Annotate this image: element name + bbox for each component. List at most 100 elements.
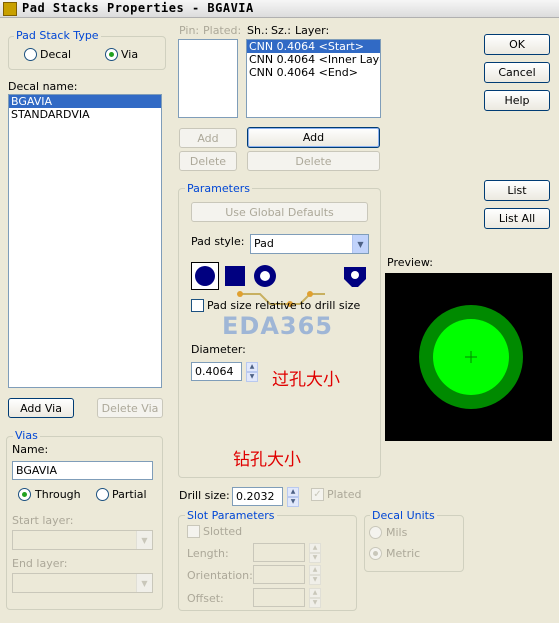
pad-style-select[interactable]: Pad ▼ xyxy=(250,234,369,254)
drill-size-input[interactable]: 0.2032 xyxy=(232,487,283,506)
delete-via-button[interactable]: Delete Via xyxy=(97,398,163,418)
spin-up-icon[interactable]: ▲ xyxy=(309,565,321,575)
decal-units-group xyxy=(364,515,464,572)
round-pad-icon xyxy=(195,266,215,286)
orientation-spinner[interactable]: ▲ ▼ xyxy=(309,565,321,585)
spin-down-icon[interactable]: ▼ xyxy=(246,372,258,382)
layer-delete-button[interactable]: Delete xyxy=(247,151,380,171)
plated-header: Plated: xyxy=(203,24,242,37)
spin-up-icon[interactable]: ▲ xyxy=(309,543,321,553)
odd-shape-pad-button[interactable] xyxy=(341,262,369,290)
pin-add-button[interactable]: Add xyxy=(179,128,237,148)
watermark: EDA365 xyxy=(222,312,333,340)
list-button[interactable]: List xyxy=(484,180,550,201)
odd-shape-pad-icon xyxy=(344,267,366,287)
annular-pad-button[interactable] xyxy=(251,262,279,290)
via-name-input[interactable]: BGAVIA xyxy=(12,461,153,480)
pad-style-value: Pad xyxy=(254,237,274,250)
decal-name-label: Decal name: xyxy=(8,80,78,93)
metric-radio[interactable] xyxy=(369,547,382,560)
cancel-button[interactable]: Cancel xyxy=(484,62,550,83)
decal-radio[interactable] xyxy=(24,48,37,61)
via-radio-label: Via xyxy=(121,48,139,61)
drill-size-label: Drill size: xyxy=(179,489,230,502)
layer-list-item[interactable]: CNN 0.4064 <Start> xyxy=(247,40,380,53)
pin-header: Pin: xyxy=(179,24,200,37)
layer-add-button[interactable]: Add xyxy=(247,127,380,148)
chevron-down-icon: ▼ xyxy=(136,574,152,592)
title-bar[interactable]: Pad Stacks Properties - BGAVIA xyxy=(0,0,559,18)
mils-radio[interactable] xyxy=(369,526,382,539)
layer-list-item[interactable]: CNN 0.4064 <Inner Layers> xyxy=(247,53,380,66)
end-layer-select[interactable]: ▼ xyxy=(12,573,153,593)
layer-listbox[interactable]: CNN 0.4064 <Start> CNN 0.4064 <Inner Lay… xyxy=(246,39,381,118)
length-spinner[interactable]: ▲ ▼ xyxy=(309,543,321,563)
decal-radio-label: Decal xyxy=(40,48,72,61)
through-radio[interactable] xyxy=(18,488,31,501)
app-icon xyxy=(3,2,17,16)
decal-list-item[interactable]: BGAVIA xyxy=(9,95,161,108)
length-label: Length: xyxy=(187,547,229,560)
end-layer-label: End layer: xyxy=(12,557,68,570)
ok-button[interactable]: OK xyxy=(484,34,550,55)
pad-style-label: Pad style: xyxy=(191,235,245,248)
list-all-button[interactable]: List All xyxy=(484,208,550,229)
plated-label: Plated xyxy=(327,488,362,501)
diameter-label: Diameter: xyxy=(191,343,246,356)
through-radio-label: Through xyxy=(35,488,81,501)
square-pad-icon xyxy=(225,266,245,286)
diameter-input[interactable]: 0.4064 xyxy=(191,362,242,381)
decal-units-legend: Decal Units xyxy=(370,509,437,522)
orientation-label: Orientation: xyxy=(187,569,253,582)
pin-delete-button[interactable]: Delete xyxy=(179,151,237,171)
mils-radio-label: Mils xyxy=(386,526,408,539)
round-pad-button[interactable] xyxy=(191,262,219,290)
orientation-input[interactable] xyxy=(253,565,305,584)
offset-spinner[interactable]: ▲ ▼ xyxy=(309,588,321,608)
chevron-down-icon: ▼ xyxy=(136,531,152,549)
vias-legend: Vias xyxy=(13,429,40,442)
spin-down-icon[interactable]: ▼ xyxy=(309,553,321,563)
offset-label: Offset: xyxy=(187,592,224,605)
help-button[interactable]: Help xyxy=(484,90,550,111)
square-pad-button[interactable] xyxy=(221,262,249,290)
diameter-spinner[interactable]: ▲ ▼ xyxy=(246,362,258,382)
drill-size-spinner[interactable]: ▲ ▼ xyxy=(287,487,299,507)
decal-listbox[interactable]: BGAVIA STANDARDVIA xyxy=(8,94,162,388)
length-input[interactable] xyxy=(253,543,305,562)
start-layer-select[interactable]: ▼ xyxy=(12,530,153,550)
add-via-button[interactable]: Add Via xyxy=(8,398,74,418)
pad-size-relative-label: Pad size relative to drill size xyxy=(207,299,361,312)
pad-preview-graphic xyxy=(419,305,523,409)
preview-label: Preview: xyxy=(387,256,433,269)
pin-listbox[interactable] xyxy=(178,39,238,118)
size-header: Sz.: xyxy=(271,24,291,37)
shape-header: Sh.: xyxy=(247,24,269,37)
spin-up-icon[interactable]: ▲ xyxy=(287,487,299,497)
via-name-label: Name: xyxy=(12,443,49,456)
spin-down-icon[interactable]: ▼ xyxy=(309,598,321,608)
partial-radio[interactable] xyxy=(96,488,109,501)
start-layer-label: Start layer: xyxy=(12,514,74,527)
via-size-annotation: 过孔大小 xyxy=(272,370,340,390)
slotted-label: Slotted xyxy=(203,525,243,538)
parameters-legend: Parameters xyxy=(185,182,252,195)
spin-up-icon[interactable]: ▲ xyxy=(246,362,258,372)
decal-list-item[interactable]: STANDARDVIA xyxy=(9,108,161,121)
use-global-defaults-button[interactable]: Use Global Defaults xyxy=(191,202,368,222)
layer-list-item[interactable]: CNN 0.4064 <End> xyxy=(247,66,380,79)
drill-size-annotation: 钻孔大小 xyxy=(233,450,301,470)
spin-up-icon[interactable]: ▲ xyxy=(309,588,321,598)
partial-radio-label: Partial xyxy=(112,488,147,501)
spin-down-icon[interactable]: ▼ xyxy=(309,575,321,585)
plated-checkbox[interactable]: ✓ xyxy=(311,488,324,501)
spin-down-icon[interactable]: ▼ xyxy=(287,497,299,507)
via-radio[interactable] xyxy=(105,48,118,61)
pad-size-relative-checkbox[interactable] xyxy=(191,299,204,312)
window-title: Pad Stacks Properties - BGAVIA xyxy=(22,1,254,15)
slotted-checkbox[interactable] xyxy=(187,525,200,538)
pad-stack-type-legend: Pad Stack Type xyxy=(14,29,101,42)
slot-parameters-legend: Slot Parameters xyxy=(185,509,277,522)
pad-preview xyxy=(385,273,552,441)
offset-input[interactable] xyxy=(253,588,305,607)
